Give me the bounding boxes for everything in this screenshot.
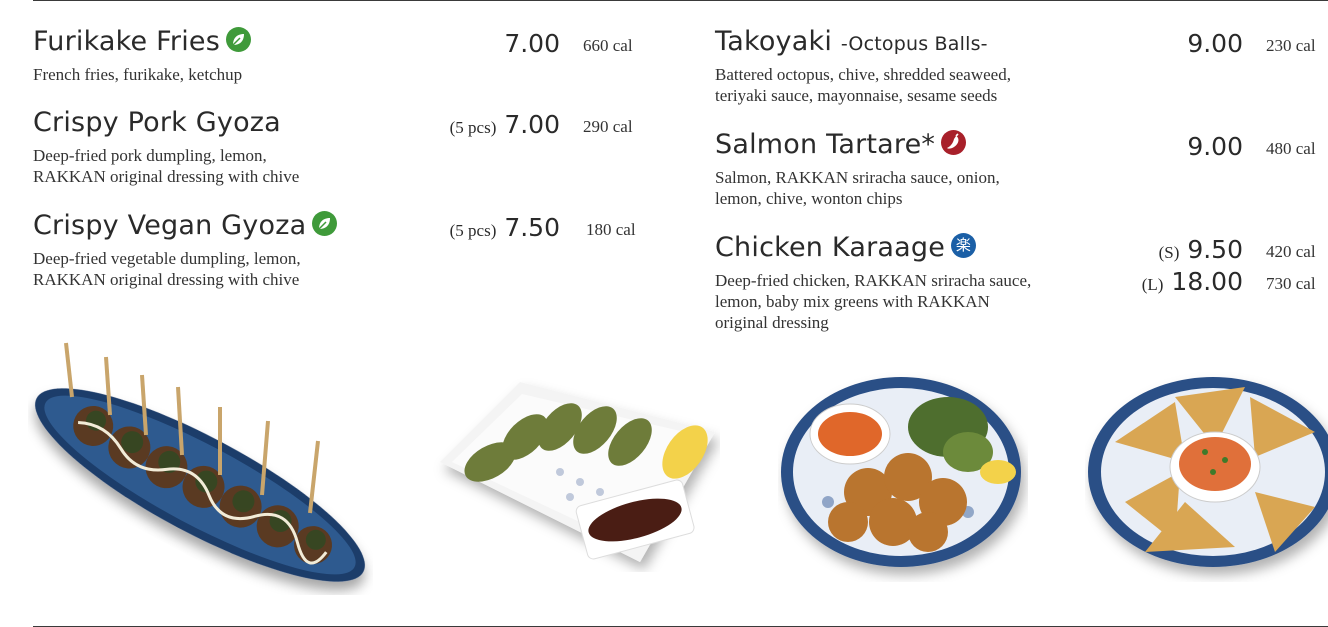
item-calories: 660 cal bbox=[583, 36, 633, 55]
rakkan-signature-icon: 楽 bbox=[951, 233, 977, 258]
takoyaki-photo bbox=[35, 342, 365, 582]
vegan-leaf-icon bbox=[312, 211, 338, 236]
vegan-leaf-icon bbox=[226, 27, 251, 52]
item-name: Salmon Tartare* bbox=[715, 129, 967, 160]
spicy-pepper-icon bbox=[941, 130, 967, 155]
item-description: French fries, furikake, ketchup bbox=[33, 65, 243, 84]
item-price: 9.00 bbox=[1187, 132, 1243, 161]
item-price: (5 pcs) 7.50 bbox=[449, 213, 560, 242]
item-calories-large: 730 cal bbox=[1266, 274, 1316, 293]
item-description: Salmon, RAKKAN sriracha sauce, onion, le… bbox=[715, 168, 1000, 208]
item-calories: 480 cal bbox=[1266, 139, 1316, 158]
item-calories: 230 cal bbox=[1266, 36, 1316, 55]
gyoza-photo bbox=[440, 382, 715, 562]
item-calories: 180 cal bbox=[586, 220, 636, 239]
item-price-large: (L) 18.00 bbox=[1141, 267, 1243, 296]
chicken-karaage-photo bbox=[781, 377, 1021, 567]
item-price: (5 pcs) 7.00 bbox=[449, 110, 560, 139]
item-price: 9.00 bbox=[1187, 29, 1243, 58]
item-description: Deep-fried pork dumpling, lemon, RAKKAN … bbox=[33, 146, 300, 186]
salmon-tartare-photo bbox=[1088, 377, 1328, 567]
item-name: Crispy Pork Gyoza bbox=[33, 107, 281, 138]
item-description: Deep-fried chicken, RAKKAN sriracha sauc… bbox=[715, 271, 1032, 332]
item-price: 7.00 bbox=[504, 29, 560, 58]
item-name: Furikake Fries bbox=[33, 26, 251, 57]
item-name: Takoyaki -Octopus Balls- bbox=[715, 26, 988, 57]
item-name: Chicken Karaage 楽 bbox=[715, 232, 977, 263]
top-divider bbox=[33, 0, 1328, 1]
item-calories: 290 cal bbox=[583, 117, 633, 136]
item-name: Crispy Vegan Gyoza bbox=[33, 210, 338, 241]
item-description: Deep-fried vegetable dumpling, lemon, RA… bbox=[33, 249, 301, 289]
item-price-small: (S) 9.50 bbox=[1158, 235, 1243, 264]
item-description: Battered octopus, chive, shredded seawee… bbox=[715, 65, 1011, 105]
item-calories-small: 420 cal bbox=[1266, 242, 1316, 261]
